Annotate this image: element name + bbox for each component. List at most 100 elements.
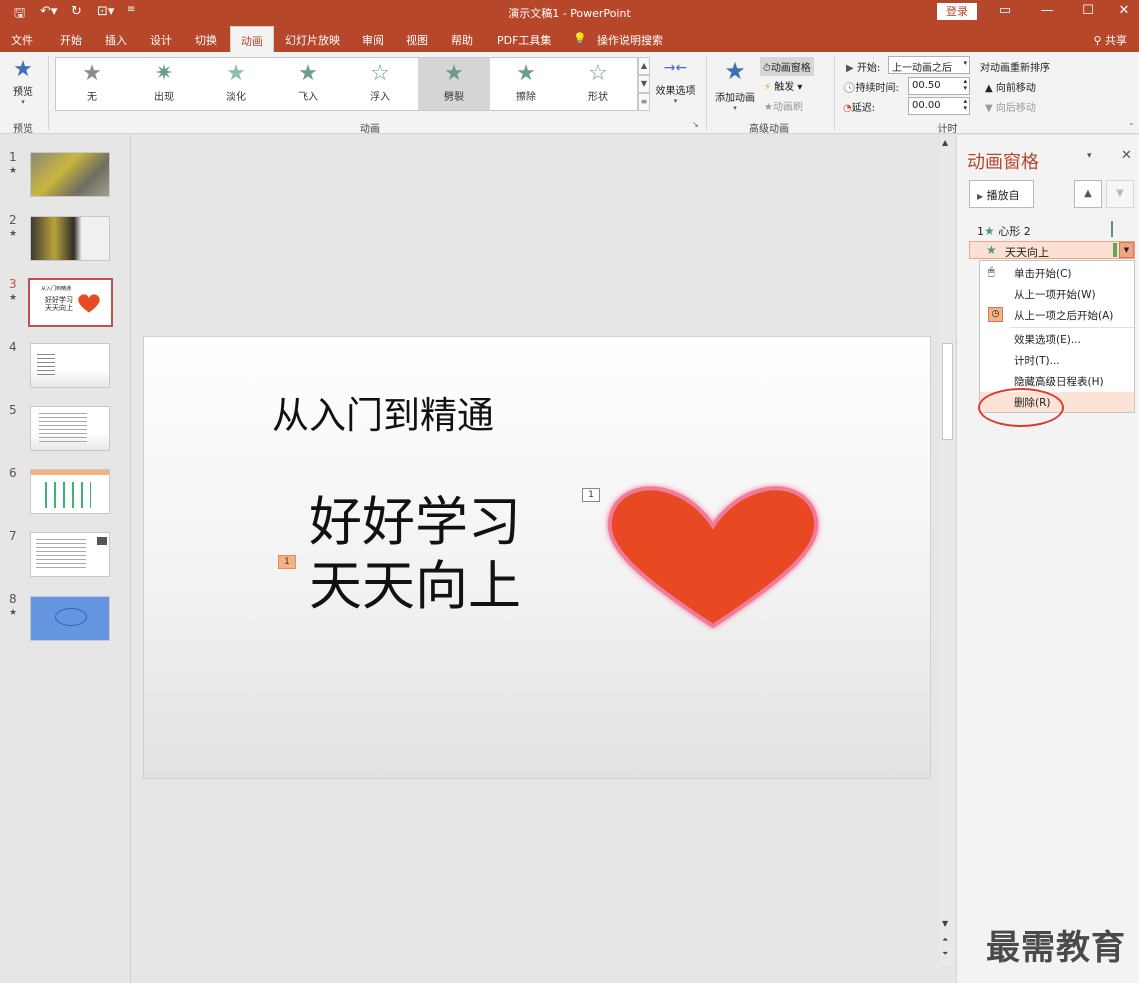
spinner-icon[interactable]: ▴ ▾: [963, 98, 967, 112]
tab-animations[interactable]: 动画: [230, 26, 274, 52]
animation-painter-button[interactable]: ★动画刷: [764, 98, 803, 113]
heart-shape[interactable]: [600, 482, 826, 632]
collapse-ribbon-icon[interactable]: ⌃: [1128, 122, 1135, 131]
divider: [706, 56, 707, 130]
lightbulb-icon: 💡: [573, 32, 587, 45]
divider: [834, 56, 835, 130]
trigger-button[interactable]: ⚡ 触发 ▾: [764, 78, 802, 93]
anim-shape[interactable]: ☆ 形状: [562, 58, 634, 110]
menu-effect-options[interactable]: 效果选项(E)...: [980, 329, 1134, 349]
add-animation-button[interactable]: ★ 添加动画 ▾: [712, 57, 758, 112]
gallery-scroll-down[interactable]: ▼: [638, 75, 650, 93]
tab-slideshow[interactable]: 幻灯片放映: [285, 32, 340, 48]
slide-thumbnail-panel: 1 ★ 2 ★ 3 ★ 从入门到精通 好好学习 天天向上 4 5 6 7 8 ★: [0, 135, 131, 983]
anim-appear[interactable]: ✷ 出现: [128, 58, 200, 110]
star-icon: ★: [298, 61, 318, 86]
slide-thumbnail-3[interactable]: 从入门到精通 好好学习 天天向上: [28, 278, 113, 327]
chevron-down-icon: ▾: [673, 97, 678, 105]
vertical-scrollbar[interactable]: ▲ ▼ ⏶ ⏷: [940, 135, 955, 965]
title-bar: 🖫 ↶▾ ↻ ⊡▾ ≡ 演示文稿1 - PowerPoint 登录 ▭ — ☐ …: [0, 0, 1139, 26]
next-slide-icon[interactable]: ⏷: [942, 949, 948, 959]
slide-thumbnail-8[interactable]: [30, 596, 110, 641]
scroll-up-icon[interactable]: ▲: [942, 138, 948, 147]
animation-pane-button[interactable]: ⏱动画窗格: [760, 57, 814, 76]
previous-slide-icon[interactable]: ⏶: [942, 935, 948, 945]
delay-clock-icon: ◔: [843, 103, 852, 114]
slide-thumbnail-5[interactable]: [30, 406, 110, 451]
slide-body-text[interactable]: 好好学习 天天向上: [309, 491, 521, 619]
anim-fly-in[interactable]: ★ 飞入: [272, 58, 344, 110]
maximize-icon[interactable]: ☐: [1073, 3, 1103, 18]
menu-start-with-previous[interactable]: 从上一项开始(W): [980, 284, 1134, 304]
share-button[interactable]: ⚲ 共享: [1093, 32, 1127, 48]
dialog-launcher-icon[interactable]: ↘: [692, 120, 699, 129]
play-from-button[interactable]: ▶ 播放自: [969, 180, 1034, 208]
tab-review[interactable]: 审阅: [362, 32, 384, 48]
animation-order-tag-heart[interactable]: 1: [582, 488, 600, 502]
add-star-icon: ★: [724, 57, 746, 85]
ribbon-display-icon[interactable]: ▭: [990, 3, 1020, 18]
move-down-button[interactable]: ▼: [1106, 180, 1134, 208]
slide-number: 5: [9, 403, 17, 417]
timeline-bar: [1113, 243, 1117, 257]
slide-thumbnail-1[interactable]: [30, 152, 110, 197]
tab-home[interactable]: 开始: [60, 32, 82, 48]
anim-fade[interactable]: ★ 淡化: [200, 58, 272, 110]
animation-order-tag-text[interactable]: 1: [278, 555, 296, 569]
delay-input[interactable]: 00.00 ▴ ▾: [908, 97, 970, 115]
gallery-scroll-up[interactable]: ▲: [638, 57, 650, 75]
gallery-more[interactable]: ≡: [638, 93, 650, 111]
slide-number: 1: [9, 150, 17, 164]
slide-thumbnail-4[interactable]: [30, 343, 110, 388]
start-label: ▶ 开始:: [846, 63, 881, 74]
slide-thumbnail-6[interactable]: [30, 469, 110, 514]
menu-start-on-click[interactable]: 🖱 单击开始(C): [980, 263, 1134, 283]
triangle-down-icon: ▼: [1116, 188, 1124, 199]
lightning-icon: ⚡: [764, 82, 772, 93]
tab-pdf-tools[interactable]: PDF工具集: [497, 32, 551, 48]
animation-item-1[interactable]: 1★ 心形 2: [977, 223, 1031, 239]
tell-me-search[interactable]: 操作说明搜索: [597, 32, 663, 48]
close-pane-icon[interactable]: ✕: [1121, 148, 1132, 163]
tab-transitions[interactable]: 切换: [195, 32, 217, 48]
minimize-icon[interactable]: —: [1032, 3, 1062, 18]
anim-split[interactable]: ★ 劈裂: [418, 58, 490, 110]
triangle-up-icon: ▲: [985, 83, 993, 94]
anim-wipe[interactable]: ★ 擦除: [490, 58, 562, 110]
menu-timing[interactable]: 计时(T)...: [980, 350, 1134, 370]
star-icon: ★: [82, 61, 102, 86]
effect-arrows-icon: →←: [663, 60, 688, 76]
slide-thumbnail-2[interactable]: [30, 216, 110, 261]
tab-file[interactable]: 文件: [11, 32, 33, 48]
text-lines: [36, 539, 86, 571]
item-dropdown-button[interactable]: ▼: [1119, 242, 1134, 258]
tab-design[interactable]: 设计: [150, 32, 172, 48]
effect-options-button[interactable]: →← 效果选项 ▾: [653, 60, 698, 105]
move-earlier-button[interactable]: ▲ 向前移动: [985, 79, 1036, 94]
move-up-button[interactable]: ▲: [1074, 180, 1102, 208]
close-icon[interactable]: ✕: [1109, 3, 1139, 18]
anim-float-in[interactable]: ☆ 浮入: [344, 58, 416, 110]
slide-title[interactable]: 从入门到精通: [272, 385, 494, 439]
preview-button[interactable]: ★ 预览 ▾: [8, 57, 38, 106]
anim-none[interactable]: ★ 无: [56, 58, 128, 110]
menu-start-after-previous[interactable]: ◷ 从上一项之后开始(A): [980, 305, 1134, 325]
tab-help[interactable]: 帮助: [451, 32, 473, 48]
tab-view[interactable]: 视图: [406, 32, 428, 48]
start-select[interactable]: 上一动画之后 ▾: [888, 56, 970, 74]
scrollbar-thumb[interactable]: [942, 343, 953, 440]
move-later-button[interactable]: ▼ 向后移动: [985, 99, 1036, 114]
play-icon: ▶: [977, 192, 984, 201]
animation-item-2[interactable]: ★ 天天向上 ▼: [969, 241, 1135, 259]
slide-number: 7: [9, 529, 17, 543]
login-button[interactable]: 登录: [937, 3, 977, 20]
pane-options-icon[interactable]: ▾: [1087, 151, 1092, 161]
spinner-icon[interactable]: ▴ ▾: [963, 78, 967, 92]
tab-insert[interactable]: 插入: [105, 32, 127, 48]
group-timing-label: 计时: [937, 124, 958, 135]
slide-canvas[interactable]: 从入门到精通 好好学习 天天向上 1 1: [143, 336, 931, 779]
duration-input[interactable]: 00.50 ▴ ▾: [908, 77, 970, 95]
menu-hide-advanced-timeline[interactable]: 隐藏高级日程表(H): [980, 371, 1134, 391]
slide-thumbnail-7[interactable]: [30, 532, 110, 577]
scroll-down-icon[interactable]: ▼: [942, 919, 948, 928]
